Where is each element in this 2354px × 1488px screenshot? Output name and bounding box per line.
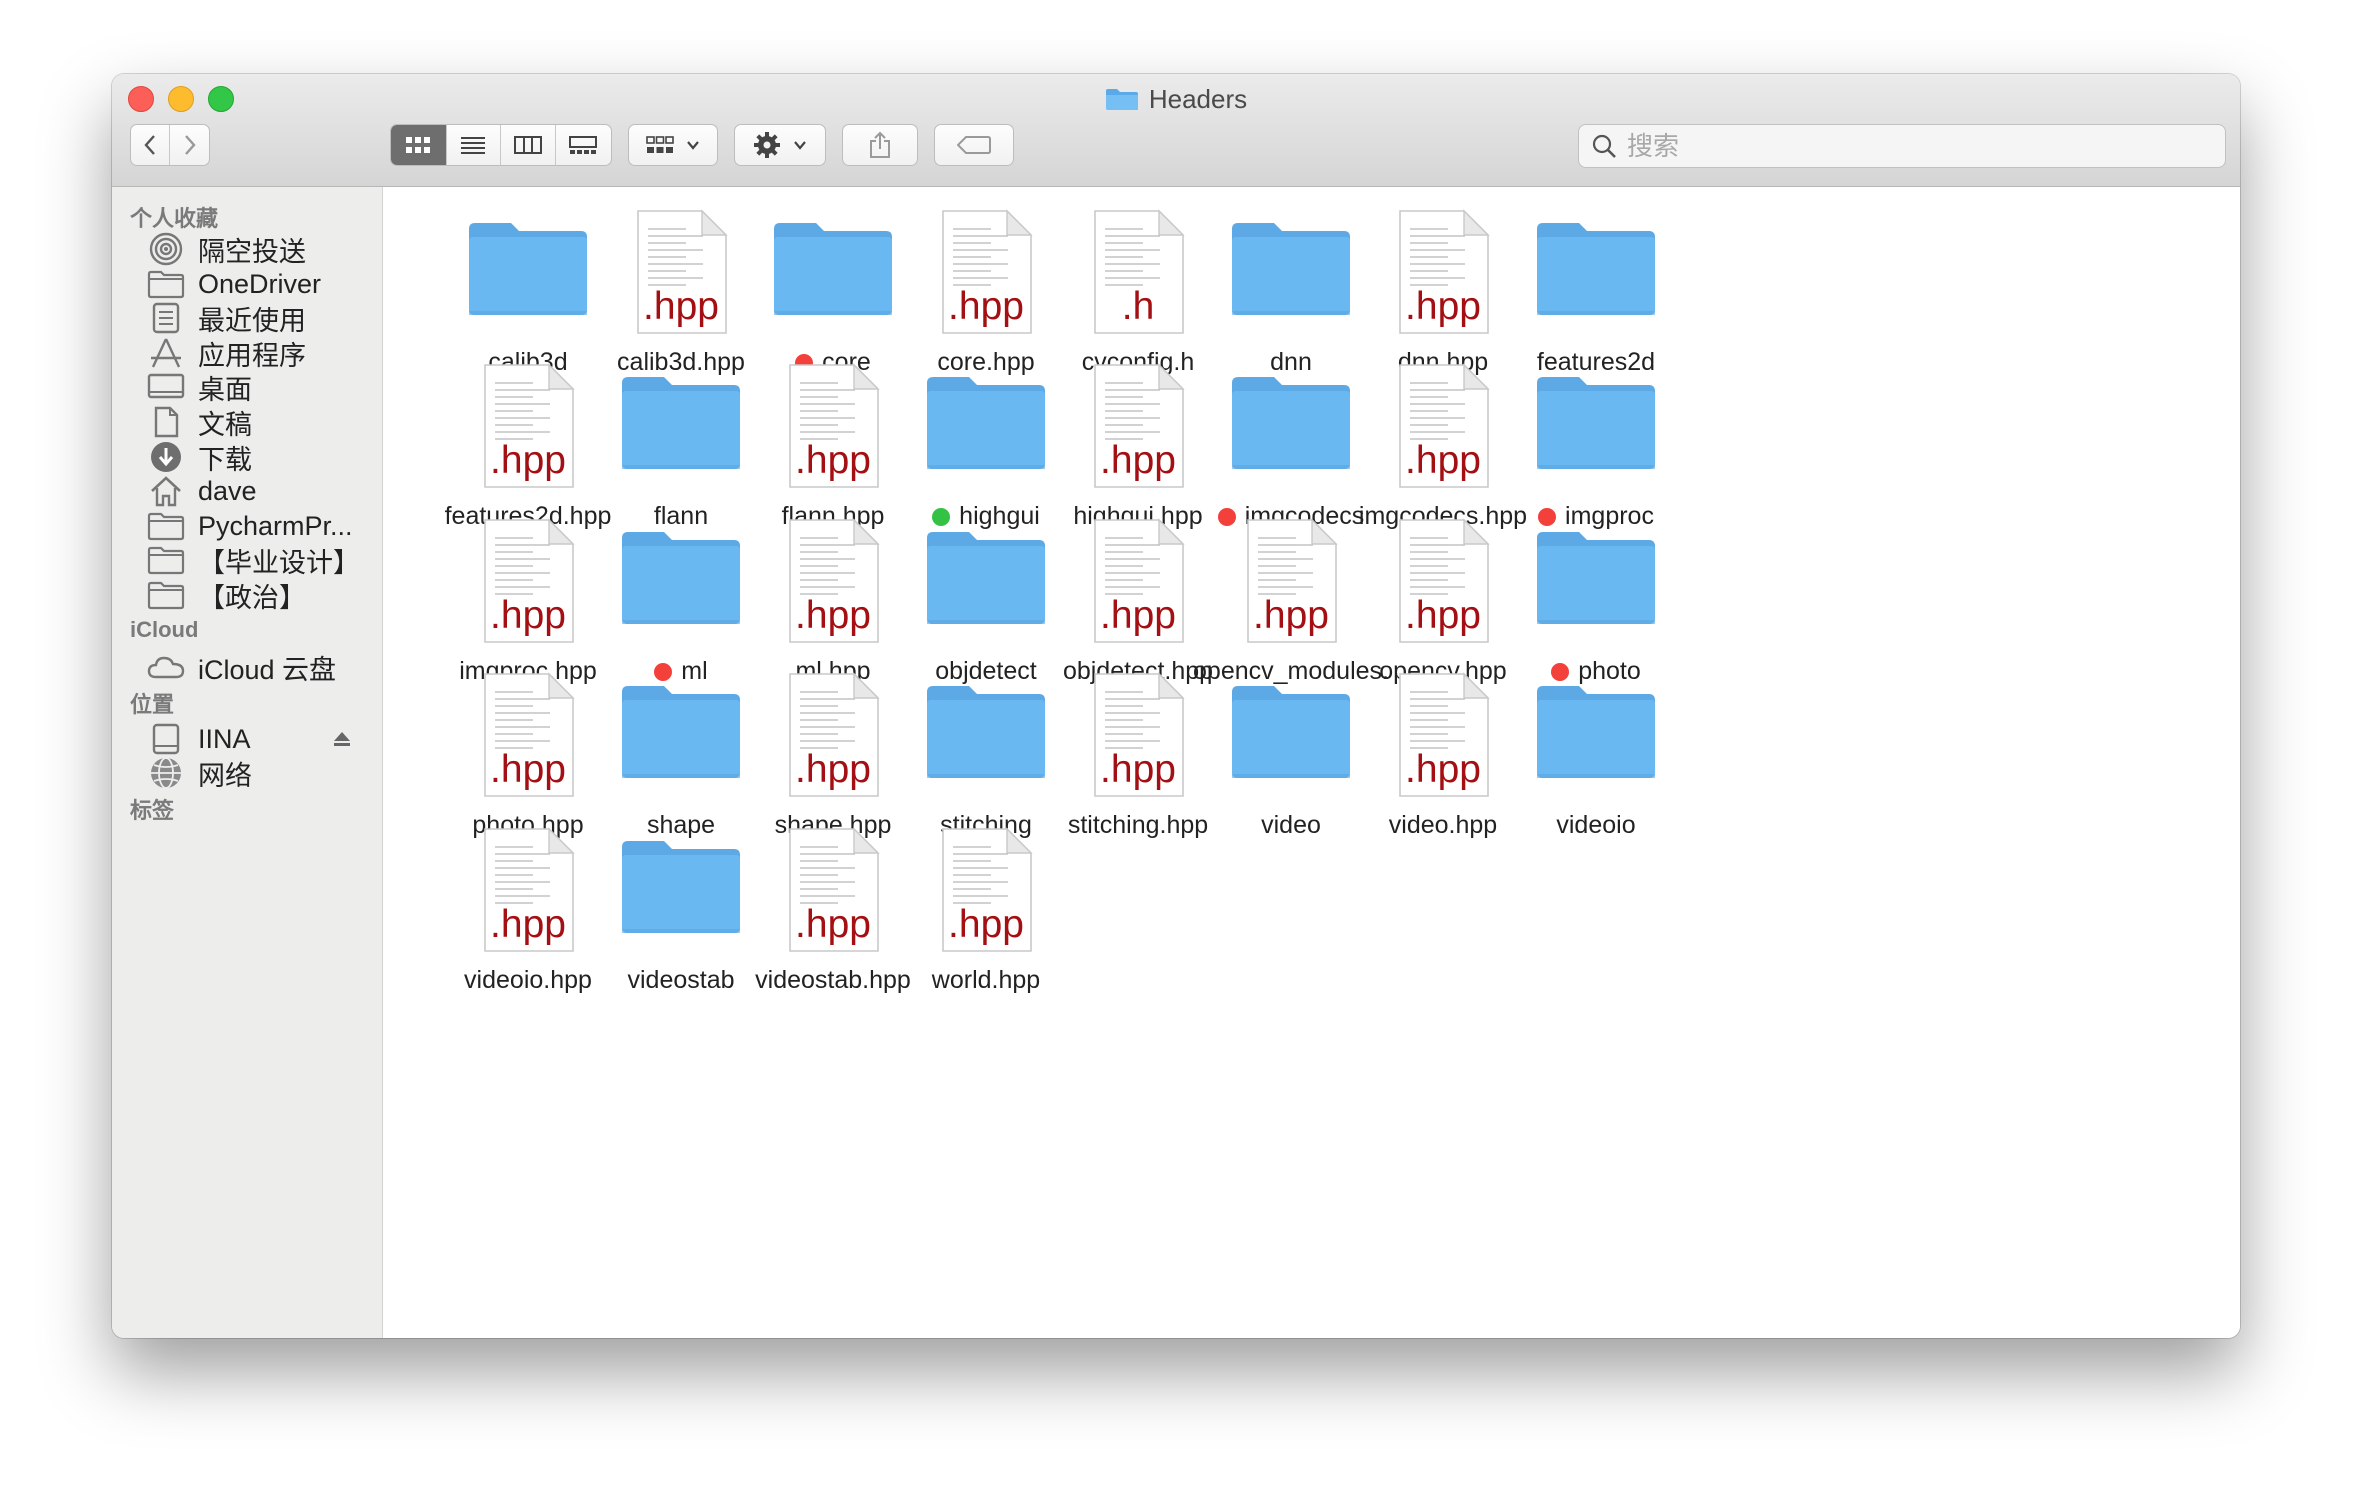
documents-icon: [146, 404, 186, 440]
sidebar-item-label: 文稿: [198, 409, 252, 440]
gear-icon: [754, 132, 780, 158]
icon-view-button[interactable]: [391, 125, 447, 165]
downloads-icon: [146, 439, 186, 475]
chevron-down-icon: [794, 141, 806, 150]
window-title-bar: Headers: [112, 84, 2240, 114]
action-button[interactable]: [734, 124, 826, 166]
item-name: videoio: [1556, 811, 1636, 839]
sidebar-item[interactable]: 【政治】: [146, 575, 306, 615]
sidebar-item[interactable]: 网络: [146, 753, 252, 793]
desktop-icon: [146, 369, 186, 405]
share-icon: [870, 131, 890, 158]
item-label-row: world.hpp: [866, 965, 1106, 996]
folder-item[interactable]: imgproc: [1486, 361, 1706, 532]
eject-icon[interactable]: [332, 724, 352, 755]
folder-icon: [1105, 87, 1139, 111]
folder-item[interactable]: videoio: [1486, 670, 1706, 841]
folder-item[interactable]: features2d: [1486, 207, 1706, 378]
chevron-down-icon: [687, 141, 699, 150]
sidebar-item-label: PycharmPr...: [198, 510, 353, 541]
column-view-button[interactable]: [501, 125, 556, 165]
sidebar-item[interactable]: 【毕业设计】: [146, 540, 360, 580]
sidebar-section-header: 标签: [130, 798, 175, 823]
list-view-button[interactable]: [447, 125, 501, 165]
item-label-row: videoio: [1476, 810, 1716, 841]
arrange-button[interactable]: [628, 124, 718, 166]
folder-icon: [1531, 207, 1661, 337]
folder-icon: [146, 508, 186, 544]
sidebar-item-label: 隔空投送: [198, 236, 306, 267]
search-field[interactable]: [1578, 124, 2226, 168]
sidebar-item[interactable]: 最近使用: [146, 298, 306, 338]
toolbar: Headers: [112, 74, 2240, 187]
columns-icon: [513, 136, 542, 154]
sidebar-item-label: 桌面: [198, 374, 252, 405]
sidebar-section-header: iCloud: [130, 617, 199, 642]
folder-icon: [1531, 516, 1661, 646]
document-icon: .hpp: [921, 825, 1051, 955]
back-button[interactable]: [131, 125, 171, 165]
sidebar-item-label: OneDriver: [198, 268, 322, 299]
sidebar-item-label: IINA: [198, 723, 251, 754]
grid-icon: [406, 137, 431, 153]
folder-icon: [146, 577, 186, 613]
chevron-right-icon: [184, 135, 196, 155]
sidebar-item[interactable]: 隔空投送: [146, 229, 306, 269]
applications-icon: [146, 335, 186, 371]
sidebar-item-label: 【毕业设计】: [198, 547, 360, 578]
folder-icon: [1531, 361, 1661, 491]
chevron-left-icon: [144, 135, 155, 155]
search-input[interactable]: [1625, 129, 2189, 163]
disk-icon: [146, 721, 186, 757]
finder-window: Headers 搜索 个人收藏 隔空投送 OneDriver 最近使用 应用程序…: [112, 74, 2240, 1338]
cloud-icon: [146, 649, 186, 685]
sidebar-section-header: 位置: [130, 692, 175, 717]
folder-item[interactable]: photo: [1486, 516, 1706, 687]
recents-icon: [146, 300, 186, 336]
airdrop-icon: [146, 231, 186, 267]
sidebar-item[interactable]: 文稿: [146, 402, 252, 442]
sidebar-item[interactable]: 桌面: [146, 367, 252, 407]
sidebar-item-label: 最近使用: [198, 305, 306, 336]
forward-button[interactable]: [170, 125, 209, 165]
folder-icon: [146, 542, 186, 578]
sidebar-item-label: dave: [198, 475, 257, 506]
sidebar: 个人收藏 隔空投送 OneDriver 最近使用 应用程序 桌面 文稿 下载 dave Pycha…: [112, 187, 383, 1338]
sidebar-item-label: iCloud 云盘: [198, 654, 337, 685]
tag-button[interactable]: [934, 124, 1014, 166]
sidebar-item[interactable]: dave: [146, 471, 257, 511]
search-icon: [1592, 134, 1616, 158]
view-mode-control: [390, 124, 612, 166]
gallery-icon: [569, 136, 598, 154]
arrange-grid-icon: [646, 136, 674, 153]
tag-icon: [957, 136, 991, 154]
folder-icon: [1531, 670, 1661, 800]
file-item[interactable]: .hpp world.hpp: [876, 825, 1096, 996]
item-name: world.hpp: [931, 966, 1041, 994]
share-button[interactable]: [842, 124, 918, 166]
nav-buttons: [130, 124, 210, 166]
home-icon: [146, 473, 186, 509]
sidebar-item-label: 【政治】: [198, 582, 306, 613]
folder-icon: [146, 266, 186, 302]
sidebar-item-label: 网络: [198, 760, 252, 791]
window-title: Headers: [1148, 83, 1248, 114]
gallery-view-button[interactable]: [556, 125, 611, 165]
item-name: video: [1261, 811, 1321, 839]
file-extension-badge: .hpp: [948, 903, 1024, 946]
file-icon-grid: calib3d .hpp calib3d.hpp core .hpp core.hp…: [383, 187, 2240, 1338]
network-icon: [146, 755, 186, 791]
list-icon: [461, 137, 486, 154]
sidebar-item[interactable]: iCloud 云盘: [146, 647, 336, 687]
